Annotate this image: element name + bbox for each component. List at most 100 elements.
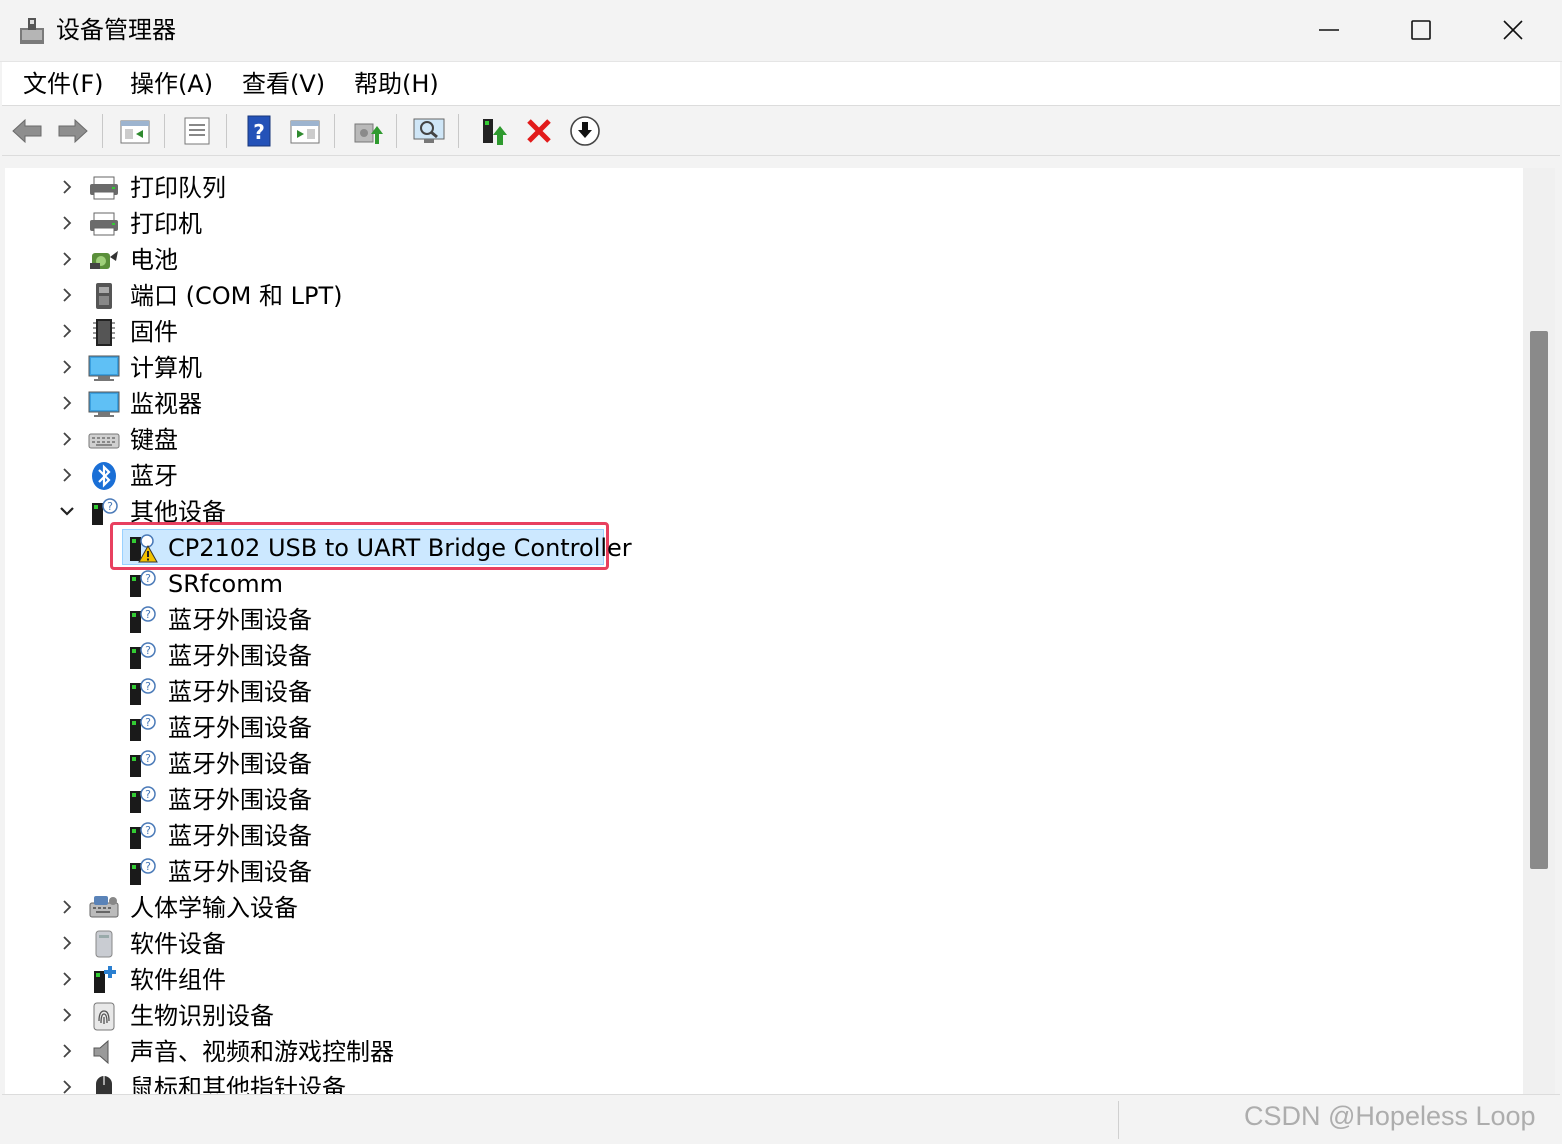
back-arrow-icon	[12, 118, 42, 144]
tree-category-label: 计算机	[130, 354, 202, 382]
close-icon	[1503, 20, 1523, 40]
port-icon	[88, 281, 120, 311]
tree-device-label: SRfcomm	[168, 570, 283, 598]
chevron-right-icon[interactable]	[57, 249, 77, 269]
tree-device-row[interactable]: ? 蓝牙外围设备	[5, 638, 1515, 672]
keyboard-icon	[88, 425, 120, 455]
tree-device-row[interactable]: ? 蓝牙外围设备	[5, 854, 1515, 888]
tree-device-row[interactable]: ? 蓝牙外围设备	[5, 746, 1515, 780]
chevron-right-icon[interactable]	[57, 321, 77, 341]
unknown-device-icon: ?	[126, 785, 158, 815]
unknown-device-icon: ?	[126, 641, 158, 671]
tree-device-row[interactable]: ? 蓝牙外围设备	[5, 782, 1515, 816]
minimize-button[interactable]	[1283, 0, 1375, 60]
tree-device-row-selected[interactable]: CP2102 USB to UART Bridge Controller	[5, 530, 1515, 564]
menu-bar: 文件(F) 操作(A) 查看(V) 帮助(H)	[2, 62, 1560, 106]
enable-device-button[interactable]	[476, 115, 510, 147]
chevron-right-icon[interactable]	[57, 357, 77, 377]
tree-category-label: 固件	[130, 318, 178, 346]
uninstall-device-button[interactable]	[522, 115, 556, 147]
biometric-icon	[88, 1001, 120, 1031]
tree-category-row[interactable]: 计算机	[5, 350, 1515, 384]
tree-category-row[interactable]: 打印机	[5, 206, 1515, 240]
tree-device-row[interactable]: ? 蓝牙外围设备	[5, 818, 1515, 852]
unknown-device-icon: ?	[126, 605, 158, 635]
tree-device-row[interactable]: ? 蓝牙外围设备	[5, 710, 1515, 744]
tree-category-row[interactable]: 打印队列	[5, 170, 1515, 204]
tree-device-row[interactable]: ? 蓝牙外围设备	[5, 602, 1515, 636]
vertical-scrollbar[interactable]	[1523, 168, 1555, 1094]
chevron-right-icon[interactable]	[57, 429, 77, 449]
svg-text:?: ?	[145, 860, 151, 873]
menu-action[interactable]: 操作(A)	[128, 68, 215, 100]
back-button[interactable]	[10, 115, 44, 147]
tree-category-label: 其他设备	[130, 498, 226, 526]
chevron-right-icon[interactable]	[57, 969, 77, 989]
forward-arrow-icon	[58, 118, 88, 144]
speaker-icon	[88, 1037, 120, 1067]
forward-button[interactable]	[56, 115, 90, 147]
scrollbar-thumb[interactable]	[1530, 331, 1548, 869]
tree-category-row[interactable]: 固件	[5, 314, 1515, 348]
scan-hardware-button[interactable]	[412, 115, 446, 147]
tree-category-label: 鼠标和其他指针设备	[130, 1074, 346, 1094]
chevron-down-icon[interactable]	[57, 501, 77, 521]
tree-category-label: 生物识别设备	[130, 1002, 274, 1030]
tree-device-row[interactable]: ? SRfcomm	[5, 566, 1515, 600]
software-component-icon	[88, 965, 120, 995]
monitor-icon	[88, 389, 120, 419]
tree-category-label: 软件设备	[130, 930, 226, 958]
tree-category-label: 打印机	[130, 210, 202, 238]
tree-category-row[interactable]: 监视器	[5, 386, 1515, 420]
bluetooth-icon	[88, 461, 120, 491]
tree-category-label: 端口 (COM 和 LPT)	[130, 282, 343, 310]
tree-category-row[interactable]: 软件组件	[5, 962, 1515, 996]
toolbar-separator	[334, 114, 335, 148]
chevron-right-icon[interactable]	[57, 213, 77, 233]
chevron-right-icon[interactable]	[57, 1005, 77, 1025]
toolbar-separator	[164, 114, 165, 148]
show-hide-console-tree-button[interactable]	[118, 115, 152, 147]
tree-category-row[interactable]: 蓝牙	[5, 458, 1515, 492]
tree-category-row[interactable]: 人体学输入设备	[5, 890, 1515, 924]
menu-file[interactable]: 文件(F)	[21, 68, 106, 100]
watermark: CSDN @Hopeless Loop	[1244, 1101, 1536, 1131]
tree-device-label: 蓝牙外围设备	[168, 786, 312, 814]
device-tree[interactable]: 打印队列 打印机 电池 端口 (COM 和 LPT) 固件 计算机 监视器 键盘 蓝牙? 其他设备…	[5, 168, 1523, 1094]
tree-category-row-expanded[interactable]: ? 其他设备	[5, 494, 1515, 528]
tree-category-row[interactable]: 声音、视频和游戏控制器	[5, 1034, 1515, 1068]
tree-device-row[interactable]: ? 蓝牙外围设备	[5, 674, 1515, 708]
tree-category-row[interactable]: 软件设备	[5, 926, 1515, 960]
menu-view[interactable]: 查看(V)	[240, 68, 327, 100]
chevron-right-icon[interactable]	[57, 933, 77, 953]
action-pane-icon	[290, 120, 320, 144]
chevron-right-icon[interactable]	[57, 177, 77, 197]
tree-category-row[interactable]: 电池	[5, 242, 1515, 276]
unknown-device-icon: ?	[126, 713, 158, 743]
computer-icon	[88, 353, 120, 383]
chevron-right-icon[interactable]	[57, 285, 77, 305]
tree-device-label: 蓝牙外围设备	[168, 858, 312, 886]
maximize-button[interactable]	[1375, 0, 1467, 60]
tree-category-row[interactable]: 端口 (COM 和 LPT)	[5, 278, 1515, 312]
menu-help[interactable]: 帮助(H)	[352, 68, 441, 100]
svg-text:?: ?	[145, 824, 151, 837]
chevron-right-icon[interactable]	[57, 465, 77, 485]
chevron-right-icon[interactable]	[57, 1077, 77, 1094]
red-x-icon	[527, 119, 551, 143]
chevron-right-icon[interactable]	[57, 897, 77, 917]
chevron-right-icon[interactable]	[57, 393, 77, 413]
tree-category-row[interactable]: 键盘	[5, 422, 1515, 456]
close-button[interactable]	[1467, 0, 1559, 60]
tree-category-row[interactable]: 生物识别设备	[5, 998, 1515, 1032]
action-pane-button[interactable]	[288, 115, 322, 147]
properties-button[interactable]	[180, 115, 214, 147]
download-button[interactable]	[568, 115, 602, 147]
tree-category-row[interactable]: 鼠标和其他指针设备	[5, 1070, 1515, 1094]
chevron-right-icon[interactable]	[57, 1041, 77, 1061]
update-driver-button[interactable]	[350, 115, 384, 147]
tree-device-label: 蓝牙外围设备	[168, 714, 312, 742]
unknown-device-icon: ?	[126, 821, 158, 851]
help-button[interactable]: ?	[242, 115, 276, 147]
tree-device-label: 蓝牙外围设备	[168, 678, 312, 706]
